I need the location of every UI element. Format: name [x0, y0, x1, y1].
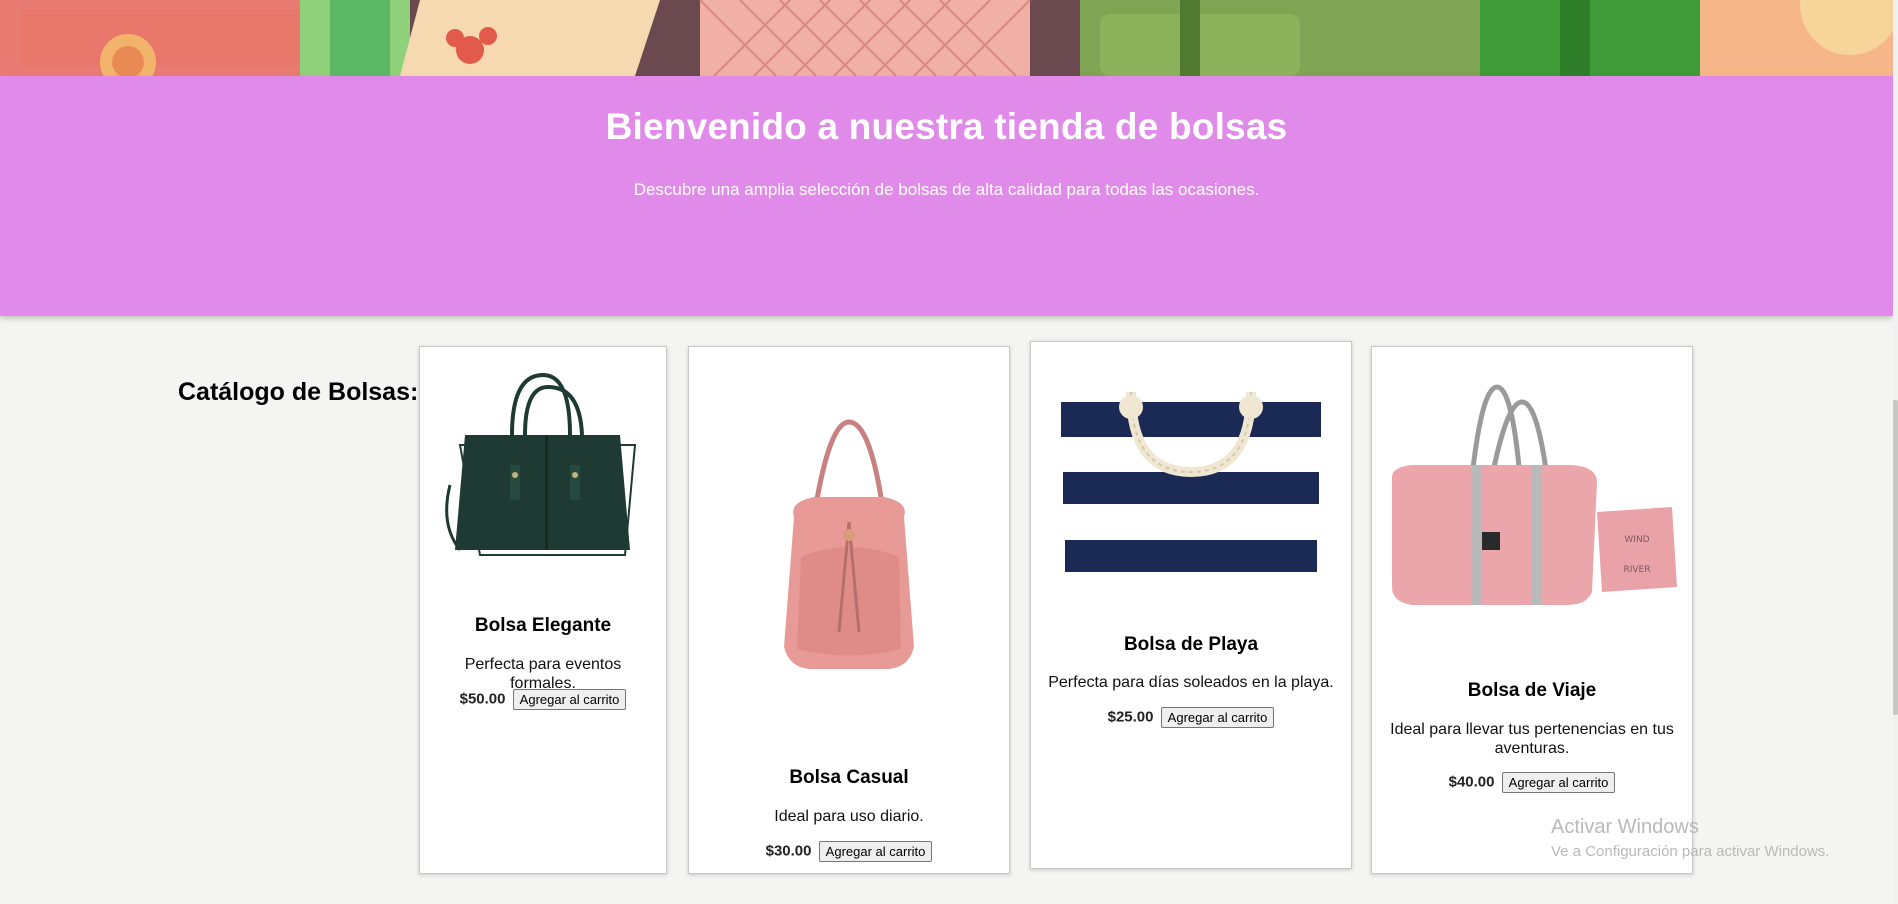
- product-price: $50.00: [459, 690, 506, 708]
- product-buy-row: $30.00 Agregar al carrito: [689, 841, 1009, 862]
- hero-section: Bienvenido a nuestra tienda de bolsas De…: [0, 76, 1893, 316]
- product-buy-row: $40.00 Agregar al carrito: [1372, 772, 1692, 793]
- windows-activation-watermark: Activar Windows Ve a Configuración para …: [1551, 816, 1829, 860]
- product-name: Bolsa Casual: [789, 767, 909, 788]
- pink-hobo-bag-image: [689, 417, 1009, 677]
- watermark-title: Activar Windows: [1551, 816, 1699, 838]
- product-price: $40.00: [1448, 773, 1495, 791]
- add-to-cart-button[interactable]: Agregar al carrito: [1501, 772, 1616, 793]
- svg-text:RIVER: RIVER: [1623, 565, 1650, 575]
- product-description: Perfecta para eventos formales.: [464, 656, 622, 692]
- product-buy-row: $50.00 Agregar al carrito: [420, 689, 666, 710]
- product-card: Bolsa Elegante Perfecta para eventos for…: [419, 346, 667, 874]
- hero-subtitle: Descubre una amplia selección de bolsas …: [633, 180, 1260, 199]
- pink-travel-bag-image: WIND RIVER: [1372, 377, 1692, 617]
- product-card: Bolsa de Playa Perfecta para días solead…: [1030, 341, 1352, 869]
- striped-beach-tote-image: [1031, 362, 1351, 602]
- add-to-cart-button[interactable]: Agregar al carrito: [512, 689, 627, 710]
- product-description: Ideal para llevar tus pertenencias en tu…: [1390, 721, 1674, 757]
- product-price: $30.00: [765, 842, 812, 860]
- product-price: $25.00: [1107, 708, 1154, 726]
- add-to-cart-button[interactable]: Agregar al carrito: [1160, 707, 1275, 728]
- header-banner-image: [0, 0, 1893, 76]
- hero-title: Bienvenido a nuestra tienda de bolsas: [605, 106, 1288, 147]
- add-to-cart-button[interactable]: Agregar al carrito: [818, 841, 933, 862]
- product-description: Ideal para uso diario.: [774, 808, 924, 825]
- svg-text:WIND: WIND: [1624, 535, 1649, 545]
- product-name: Bolsa de Viaje: [1467, 680, 1597, 701]
- product-name: Bolsa Elegante: [474, 615, 612, 636]
- bags-illustration: [0, 0, 1893, 76]
- watermark-subtitle: Ve a Configuración para activar Windows.: [1551, 843, 1830, 860]
- product-description: Perfecta para días soleados en la playa.: [1048, 674, 1334, 691]
- vertical-scrollbar[interactable]: [1893, 0, 1898, 904]
- dark-green-handbag-image: [420, 365, 666, 565]
- catalog-title: Catálogo de Bolsas:: [178, 378, 419, 406]
- product-buy-row: $25.00 Agregar al carrito: [1031, 707, 1351, 728]
- product-card: Bolsa Casual Ideal para uso diario. $30.…: [688, 346, 1010, 874]
- product-card: WIND RIVER Bolsa de Viaje Ideal para lle…: [1371, 346, 1693, 874]
- product-name: Bolsa de Playa: [1123, 634, 1259, 655]
- scrollbar-thumb[interactable]: [1893, 400, 1898, 715]
